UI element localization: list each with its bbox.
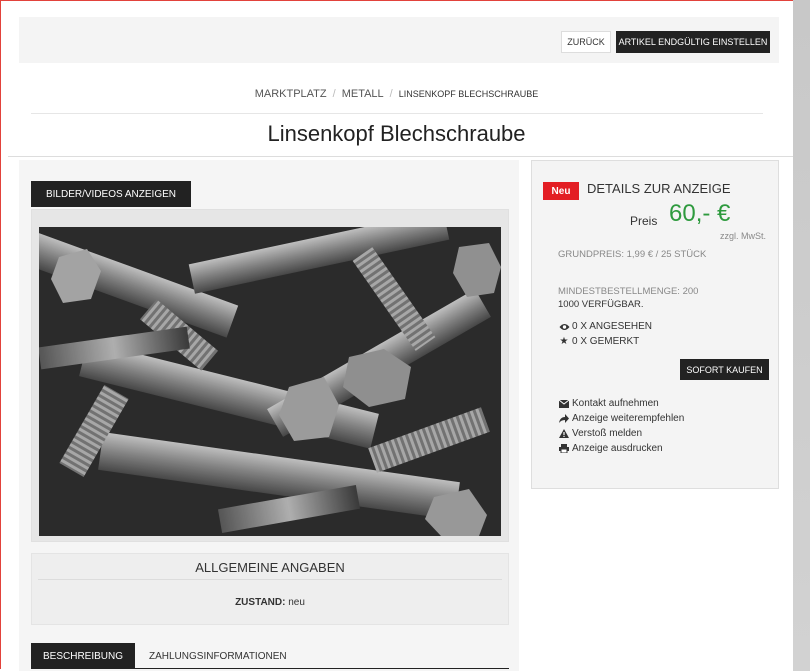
print-link[interactable]: Anzeige ausdrucken (558, 443, 663, 454)
saved-row: ★ 0 X GEMERKT (558, 336, 640, 347)
breadcrumb-current: LINSENKOPF BLECHSCHRAUBE (398, 89, 539, 99)
breadcrumb-metall[interactable]: METALL (342, 88, 384, 100)
report-label: Verstoß melden (572, 428, 643, 439)
breadcrumb-separator: / (332, 88, 336, 100)
general-info-box: ALLGEMEINE ANGABEN ZUSTAND: neu (31, 553, 509, 625)
new-badge: Neu (543, 182, 579, 200)
tax-note: zzgl. MwSt. (719, 231, 766, 241)
tab-underline (31, 668, 509, 669)
general-info-heading: ALLGEMEINE ANGABEN (195, 560, 345, 575)
breadcrumb-marktplatz[interactable]: MARKTPLATZ (255, 88, 327, 100)
print-label: Anzeige ausdrucken (572, 443, 663, 454)
divider (8, 156, 793, 157)
condition-value: neu (288, 597, 305, 608)
page-title: Linsenkopf Blechschraube (267, 121, 526, 146)
min-order-quantity: MINDESTBESTELLMENGE: 200 (558, 286, 699, 297)
tab-payment-info[interactable]: ZAHLUNGSINFORMATIONEN (149, 643, 287, 669)
star-icon: ★ (559, 336, 569, 347)
eye-icon (558, 323, 570, 331)
back-button[interactable]: ZURÜCK (561, 31, 611, 53)
scrollbar[interactable] (793, 0, 810, 671)
contact-link[interactable]: Kontakt aufnehmen (558, 398, 659, 409)
show-media-button[interactable]: BILDER/VIDEOS ANZEIGEN (31, 181, 191, 207)
printer-icon (558, 444, 570, 453)
base-price: GRUNDPREIS: 1,99 € / 25 STÜCK (558, 249, 707, 260)
available-quantity: 1000 VERFÜGBAR. (558, 299, 644, 310)
details-title: DETAILS ZUR ANZEIGE (587, 181, 731, 196)
warning-icon (558, 429, 570, 438)
divider (31, 113, 763, 114)
views-count: 0 X ANGESEHEN (572, 321, 653, 332)
tab-description[interactable]: BESCHREIBUNG (31, 643, 135, 669)
product-image[interactable] (39, 227, 501, 536)
divider (38, 579, 502, 580)
bolts-photo-illustration (39, 227, 501, 536)
recommend-link[interactable]: Anzeige weiterempfehlen (558, 413, 684, 424)
publish-article-button[interactable]: ARTIKEL ENDGÜLTIG EINSTELLEN (616, 31, 770, 53)
recommend-label: Anzeige weiterempfehlen (572, 413, 685, 424)
condition-label: ZUSTAND: (235, 597, 286, 608)
report-link[interactable]: Verstoß melden (558, 428, 642, 439)
saved-count: 0 X GEMERKT (572, 336, 640, 347)
buy-now-button[interactable]: SOFORT KAUFEN (680, 359, 769, 380)
breadcrumb-separator: / (389, 88, 393, 100)
share-icon (558, 414, 570, 423)
contact-label: Kontakt aufnehmen (572, 398, 659, 409)
price-label: Preis (630, 214, 658, 228)
condition-row: ZUSTAND: neu (32, 597, 508, 608)
price-value: 60,- € (669, 200, 731, 227)
breadcrumb: MARKTPLATZ / METALL / LINSENKOPF BLECHSCHRAU… (0, 88, 793, 100)
views-row: 0 X ANGESEHEN (558, 321, 652, 332)
envelope-icon (558, 399, 570, 408)
